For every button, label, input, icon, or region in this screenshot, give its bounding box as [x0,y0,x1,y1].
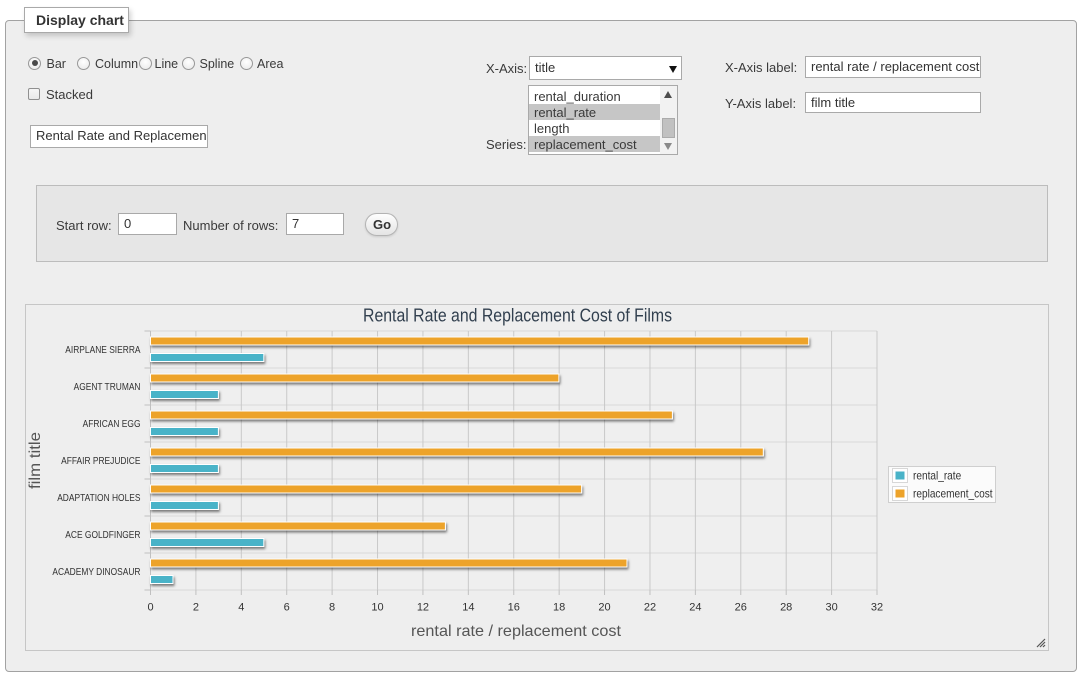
svg-text:ACADEMY DINOSAUR: ACADEMY DINOSAUR [52,567,140,578]
svg-text:4: 4 [238,601,244,613]
svg-text:24: 24 [689,601,701,613]
svg-text:12: 12 [417,601,429,613]
svg-text:ADAPTATION HOLES: ADAPTATION HOLES [57,493,141,504]
svg-text:rental rate / replacement cost: rental rate / replacement cost [411,623,622,640]
svg-text:2: 2 [193,601,199,613]
svg-text:AFFAIR PREJUDICE: AFFAIR PREJUDICE [61,456,141,467]
svg-text:film title: film title [27,432,44,489]
svg-text:ACE GOLDFINGER: ACE GOLDFINGER [65,530,140,541]
svg-text:6: 6 [284,601,290,613]
svg-text:0: 0 [147,601,153,613]
svg-text:replacement_cost: replacement_cost [913,487,993,501]
svg-text:32: 32 [871,601,883,613]
svg-text:26: 26 [735,601,747,613]
svg-text:30: 30 [825,601,837,613]
svg-text:14: 14 [462,601,474,613]
svg-text:8: 8 [329,601,335,613]
svg-text:16: 16 [508,601,520,613]
svg-text:AFRICAN EGG: AFRICAN EGG [83,419,141,430]
svg-text:Rental Rate and Replacement Co: Rental Rate and Replacement Cost of Film… [363,306,672,326]
svg-text:22: 22 [644,601,656,613]
svg-text:AGENT TRUMAN: AGENT TRUMAN [74,382,141,393]
svg-text:AIRPLANE SIERRA: AIRPLANE SIERRA [65,345,140,356]
svg-text:20: 20 [598,601,610,613]
svg-text:rental_rate: rental_rate [913,469,961,483]
svg-text:10: 10 [371,601,383,613]
svg-text:28: 28 [780,601,792,613]
svg-text:18: 18 [553,601,565,613]
